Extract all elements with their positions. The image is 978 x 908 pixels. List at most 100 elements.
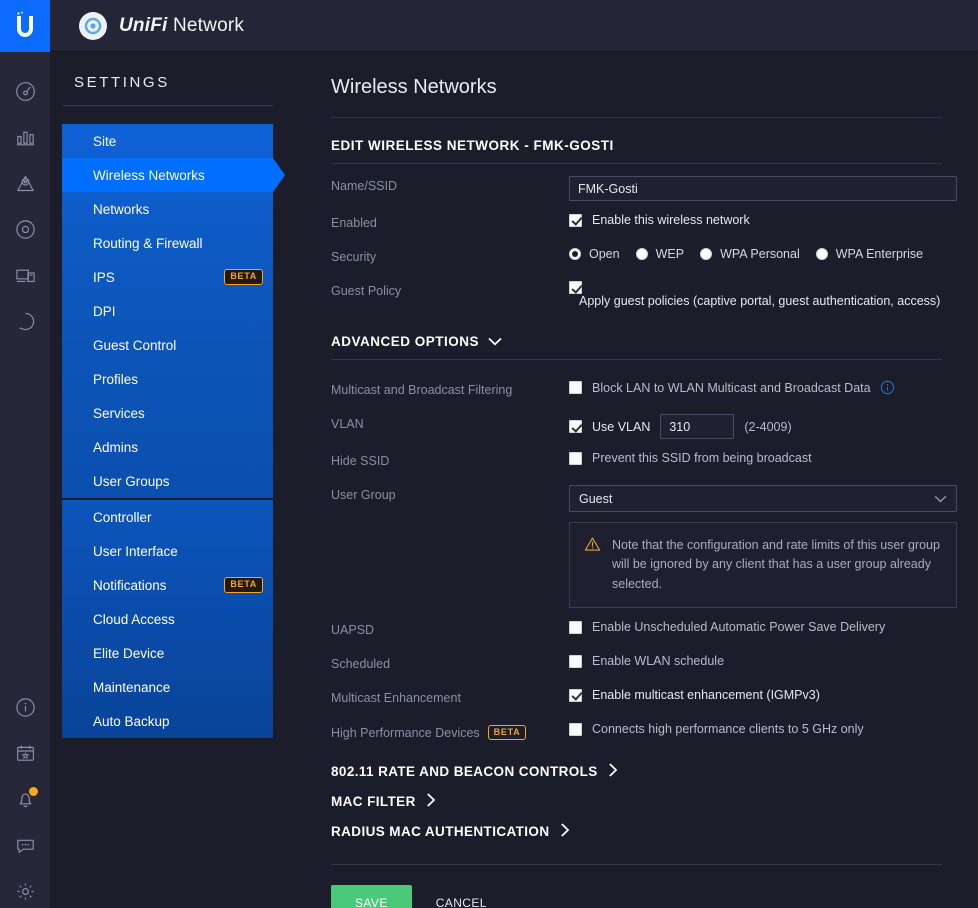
info-icon[interactable]: [880, 380, 895, 395]
security-option-open[interactable]: Open: [569, 247, 620, 261]
sidebar-item-label: Networks: [93, 201, 150, 217]
hide-ssid-checkbox[interactable]: [569, 451, 582, 465]
dashboard-icon[interactable]: [0, 68, 50, 114]
security-option-wpa-enterprise[interactable]: WPA Enterprise: [815, 247, 923, 261]
uapsd-checkbox[interactable]: [569, 620, 582, 634]
subsection-radius-mac-authentication[interactable]: RADIUS MAC AUTHENTICATION: [331, 810, 942, 840]
sidebar-item-notifications[interactable]: Notifications BETA: [62, 568, 273, 602]
sidebar-item-user-groups[interactable]: User Groups: [62, 464, 273, 498]
sidebar-item-label: Profiles: [93, 371, 139, 387]
events-calendar-icon[interactable]: [0, 730, 50, 776]
sidebar-item-maintenance[interactable]: Maintenance: [62, 670, 273, 704]
scheduled-label: Enable WLAN schedule: [592, 654, 725, 669]
advanced-options-header[interactable]: ADVANCED OPTIONS: [331, 314, 942, 360]
chevron-down-icon: [488, 334, 502, 349]
label-name-ssid: Name/SSID: [331, 179, 397, 193]
devices-icon[interactable]: [0, 206, 50, 252]
sidebar-item-guest-control[interactable]: Guest Control: [62, 328, 273, 362]
use-vlan-label: Use VLAN: [592, 419, 651, 434]
chevron-right-icon: [426, 793, 436, 810]
sidebar-item-label: Services: [93, 405, 145, 421]
sidebar-item-routing-firewall[interactable]: Routing & Firewall: [62, 226, 273, 260]
cancel-button[interactable]: CANCEL: [434, 885, 489, 908]
row-multicast-enhancement: Multicast Enhancement Enable multicast e…: [331, 682, 942, 716]
label-high-performance-devices: High Performance Devices BETA: [331, 722, 569, 741]
row-multicast-filtering: Multicast and Broadcast Filtering Block …: [331, 374, 942, 408]
user-group-select[interactable]: Guest: [569, 485, 957, 512]
label-vlan: VLAN: [331, 417, 364, 431]
sidebar-item-label: Elite Device: [93, 645, 165, 661]
user-group-note: Note that the configuration and rate lim…: [569, 522, 957, 609]
info-icon[interactable]: [0, 684, 50, 730]
alerts-badge: [29, 787, 38, 796]
chat-icon[interactable]: [0, 822, 50, 868]
enable-network-checkbox[interactable]: [569, 213, 582, 227]
chevron-down-icon: [934, 492, 947, 506]
active-pointer-icon: [273, 158, 285, 192]
settings-panel: SETTINGS Site Wireless Networks Networks…: [50, 52, 285, 908]
row-high-performance-devices: High Performance Devices BETA Connects h…: [331, 716, 942, 750]
map-icon[interactable]: [0, 160, 50, 206]
multicast-enhancement-label: Enable multicast enhancement (IGMPv3): [592, 688, 820, 703]
subsection-mac-filter[interactable]: MAC FILTER: [331, 780, 942, 810]
sidebar-item-admins[interactable]: Admins: [62, 430, 273, 464]
main-content: Wireless Networks EDIT WIRELESS NETWORK …: [285, 52, 978, 908]
settings-menu-group-site: Site Wireless Networks Networks Routing …: [62, 124, 285, 498]
radio-open-label: Open: [589, 247, 620, 261]
sidebar-item-dpi[interactable]: DPI: [62, 294, 273, 328]
save-button[interactable]: SAVE: [331, 885, 412, 908]
sidebar-item-wireless-networks[interactable]: Wireless Networks: [62, 158, 285, 192]
high-performance-devices-checkbox[interactable]: [569, 722, 582, 736]
nav-rail-bottom: [0, 684, 50, 908]
label-guest-policy: Guest Policy: [331, 284, 402, 298]
sidebar-item-site[interactable]: Site: [62, 124, 273, 158]
scheduled-checkbox[interactable]: [569, 654, 582, 668]
multicast-filtering-checkbox[interactable]: [569, 381, 582, 394]
brand-network: Network: [167, 14, 245, 36]
label-multicast-filtering: Multicast and Broadcast Filtering: [331, 383, 513, 397]
insights-icon[interactable]: [0, 298, 50, 344]
security-option-wep[interactable]: WEP: [635, 247, 684, 261]
radio-wpa-enterprise[interactable]: [815, 248, 828, 260]
sidebar-item-profiles[interactable]: Profiles: [62, 362, 273, 396]
radio-wpa-personal[interactable]: [700, 248, 713, 260]
security-option-wpa-personal[interactable]: WPA Personal: [700, 247, 800, 261]
warning-triangle-icon: [584, 536, 601, 557]
guest-policy-checkbox[interactable]: [569, 281, 582, 294]
uapsd-label: Enable Unscheduled Automatic Power Save …: [592, 620, 886, 635]
sidebar-item-elite-device[interactable]: Elite Device: [62, 636, 273, 670]
row-user-group: User Group Guest Note that the configura…: [331, 479, 957, 614]
sidebar-item-label: Cloud Access: [93, 611, 175, 627]
sidebar-item-cloud-access[interactable]: Cloud Access: [62, 602, 273, 636]
statistics-icon[interactable]: [0, 114, 50, 160]
use-vlan-checkbox[interactable]: [569, 420, 582, 433]
sidebar-item-label: Admins: [93, 439, 139, 455]
sidebar-item-services[interactable]: Services: [62, 396, 273, 430]
sidebar-item-networks[interactable]: Networks: [62, 192, 273, 226]
sidebar-item-label: Controller: [93, 509, 152, 525]
alerts-bell-icon[interactable]: [0, 776, 50, 822]
ubiquiti-u-logo[interactable]: [0, 0, 50, 52]
sidebar-item-controller[interactable]: Controller: [62, 500, 273, 534]
unifi-network-app: UniFi Network SETTINGS Site Wireless Net…: [0, 0, 978, 908]
settings-menu: Site Wireless Networks Networks Routing …: [62, 124, 285, 738]
label-uapsd: UAPSD: [331, 623, 375, 638]
radio-wep[interactable]: [635, 248, 648, 260]
label-enabled: Enabled: [331, 216, 377, 230]
sidebar-item-label: User Groups: [93, 473, 170, 489]
settings-gear-icon[interactable]: [0, 868, 50, 908]
multicast-filtering-label: Block LAN to WLAN Multicast and Broadcas…: [592, 380, 871, 395]
vlan-range-hint: (2-4009): [744, 419, 792, 434]
vlan-id-input[interactable]: [660, 414, 735, 439]
settings-panel-title: SETTINGS: [62, 74, 273, 106]
ssid-input[interactable]: [569, 176, 957, 201]
advanced-options-label: ADVANCED OPTIONS: [331, 334, 480, 349]
sidebar-item-auto-backup[interactable]: Auto Backup: [62, 704, 273, 738]
multicast-enhancement-checkbox[interactable]: [569, 688, 582, 702]
sidebar-item-user-interface[interactable]: User Interface: [62, 534, 273, 568]
clients-icon[interactable]: [0, 252, 50, 298]
subsection-rate-beacon-controls[interactable]: 802.11 RATE AND BEACON CONTROLS: [331, 750, 942, 780]
sidebar-item-label: DPI: [93, 303, 116, 319]
radio-open[interactable]: [569, 248, 581, 260]
sidebar-item-ips[interactable]: IPS BETA: [62, 260, 273, 294]
